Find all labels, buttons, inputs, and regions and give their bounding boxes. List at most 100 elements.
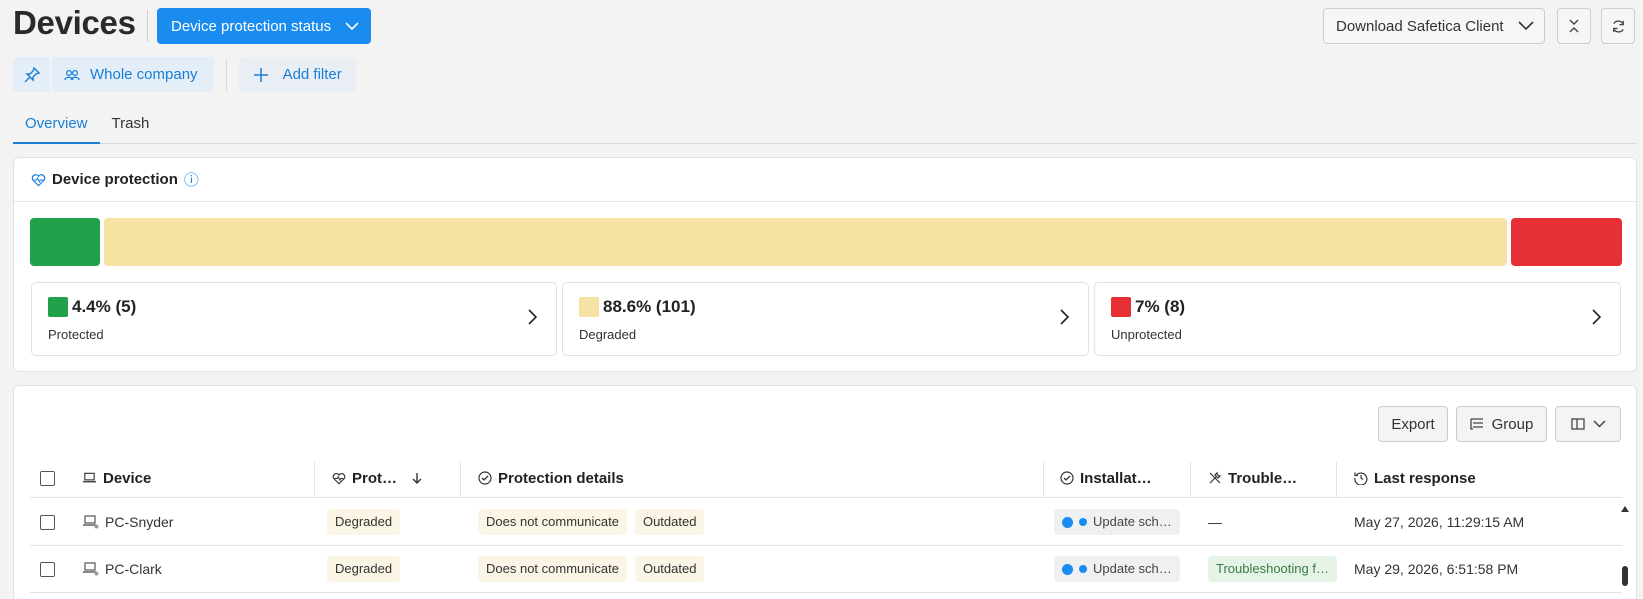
protection-cell: Degraded: [327, 499, 408, 545]
protected-stat-card[interactable]: 4.4% (5) Protected: [31, 282, 557, 356]
refresh-icon: [1612, 19, 1624, 33]
column-protection-details-label: Protection details: [498, 469, 624, 487]
tab-trash[interactable]: Trash: [100, 108, 162, 144]
column-protection-label: Prot…: [352, 469, 397, 487]
troubleshooting-badge[interactable]: Troubleshooting f…: [1208, 556, 1337, 582]
status-dot: [1079, 518, 1087, 526]
column-divider[interactable]: [314, 462, 315, 498]
check-circle-icon: [1060, 471, 1074, 485]
tab-bar: Overview Trash: [13, 108, 1637, 144]
export-button[interactable]: Export: [1378, 406, 1448, 442]
column-installation[interactable]: Installat…: [1060, 458, 1152, 498]
select-all-checkbox[interactable]: [40, 458, 55, 498]
add-filter-label: Add filter: [282, 66, 342, 83]
table-row[interactable]: PC-Clark Degraded Does not communicate O…: [30, 546, 1622, 593]
last-response-cell: May 27, 2026, 11:29:15 AM: [1354, 514, 1525, 530]
export-button-label: Export: [1391, 415, 1435, 433]
degraded-swatch: [579, 297, 599, 317]
row-checkbox[interactable]: [40, 499, 55, 545]
heart-pulse-icon: [332, 472, 346, 485]
device-protection-header: Device protection ⓘ: [14, 158, 1636, 202]
device-protection-card: Device protection ⓘ 4.4% (5) Protected 8…: [13, 157, 1637, 372]
company-filter-label: Whole company: [90, 66, 198, 83]
protected-swatch: [48, 297, 68, 317]
info-icon[interactable]: ⓘ: [184, 169, 199, 190]
page-title: Devices: [13, 4, 136, 41]
installation-cell: Update sch…: [1054, 546, 1188, 592]
status-button-label: Device protection status: [171, 17, 332, 35]
detail-badge: Does not communicate: [478, 509, 627, 535]
device-cell: PC-Clark: [82, 546, 162, 592]
detail-badge: Does not communicate: [478, 556, 627, 582]
device-name[interactable]: PC-Snyder: [105, 514, 173, 530]
pin-button[interactable]: [13, 57, 50, 92]
column-divider[interactable]: [1190, 462, 1191, 498]
unprotected-bar-segment[interactable]: [1511, 218, 1622, 266]
protection-cell: Degraded: [327, 546, 408, 592]
device-protection-status-dropdown[interactable]: Device protection status: [157, 8, 371, 44]
column-divider[interactable]: [460, 462, 461, 498]
group-button[interactable]: Group: [1456, 406, 1547, 442]
column-troubleshooting-label: Trouble…: [1228, 469, 1298, 487]
download-client-dropdown[interactable]: Download Safetica Client: [1323, 8, 1545, 44]
column-protection[interactable]: Prot…: [332, 458, 423, 498]
column-last-response-label: Last response: [1374, 469, 1476, 487]
table-header: Device Prot… Protection details Installa…: [30, 458, 1622, 498]
devices-table-card: Export Group Device Prot… Protection det…: [13, 385, 1637, 599]
column-installation-label: Installat…: [1080, 469, 1152, 487]
protected-stat-value: 4.4% (5): [72, 297, 137, 316]
column-device[interactable]: Device: [82, 458, 151, 498]
degraded-stat-card[interactable]: 88.6% (101) Degraded: [562, 282, 1089, 356]
troubleshooting-cell: Troubleshooting f…: [1208, 546, 1345, 592]
protection-details-cell: Does not communicate Outdated: [478, 546, 712, 592]
title-divider: [147, 10, 148, 42]
status-dot: [1079, 565, 1087, 573]
row-checkbox[interactable]: [40, 546, 55, 592]
unprotected-stat-label: Unprotected: [1111, 327, 1182, 342]
device-name[interactable]: PC-Clark: [105, 561, 162, 577]
unprotected-stat-card[interactable]: 7% (8) Unprotected: [1094, 282, 1621, 356]
group-button-label: Group: [1491, 415, 1534, 433]
device-protection-title: Device protection: [52, 171, 178, 188]
group-icon: [1469, 418, 1483, 430]
collapse-icon: [1569, 19, 1579, 33]
installation-status: Update sch…: [1093, 561, 1172, 576]
protected-bar-segment[interactable]: [30, 218, 100, 266]
column-troubleshooting[interactable]: Trouble…: [1208, 458, 1297, 498]
sort-arrow-down-icon[interactable]: [411, 472, 423, 485]
columns-dropdown[interactable]: [1555, 406, 1621, 442]
column-divider[interactable]: [1336, 462, 1337, 498]
chevron-right-icon: [1060, 309, 1070, 325]
chevron-down-icon: [345, 21, 359, 30]
status-dot: [1062, 563, 1073, 575]
refresh-button[interactable]: [1601, 8, 1635, 44]
unprotected-stat-value: 7% (8): [1135, 297, 1186, 316]
chevron-down-icon: [1518, 21, 1534, 31]
plus-icon: [253, 67, 268, 82]
filter-bar: Whole company Add filter: [13, 57, 356, 92]
installation-badge: Update sch…: [1054, 509, 1180, 535]
protection-details-cell: Does not communicate Outdated: [478, 499, 712, 545]
device-cell: PC-Snyder: [82, 499, 173, 545]
history-icon: [1354, 472, 1368, 485]
table-scrollbar[interactable]: [1620, 504, 1630, 599]
filter-divider: [225, 58, 227, 91]
laptop-icon: [83, 515, 99, 529]
column-device-label: Device: [103, 469, 152, 487]
laptop-icon: [83, 562, 99, 576]
tab-overview[interactable]: Overview: [13, 108, 100, 144]
column-divider[interactable]: [1043, 462, 1044, 498]
chevron-right-icon: [1592, 309, 1602, 325]
add-filter-button[interactable]: Add filter: [238, 57, 356, 92]
column-last-response[interactable]: Last response: [1354, 458, 1476, 498]
columns-icon: [1570, 418, 1585, 430]
pin-icon: [24, 66, 40, 82]
status-dot: [1062, 516, 1073, 528]
table-row[interactable]: PC-Snyder Degraded Does not communicate …: [30, 499, 1622, 546]
unprotected-swatch: [1111, 297, 1131, 317]
detail-badge: Outdated: [634, 509, 705, 535]
company-filter-button[interactable]: Whole company: [52, 57, 214, 92]
degraded-bar-segment[interactable]: [104, 218, 1507, 266]
column-protection-details[interactable]: Protection details: [478, 458, 624, 498]
collapse-button[interactable]: [1557, 8, 1591, 44]
